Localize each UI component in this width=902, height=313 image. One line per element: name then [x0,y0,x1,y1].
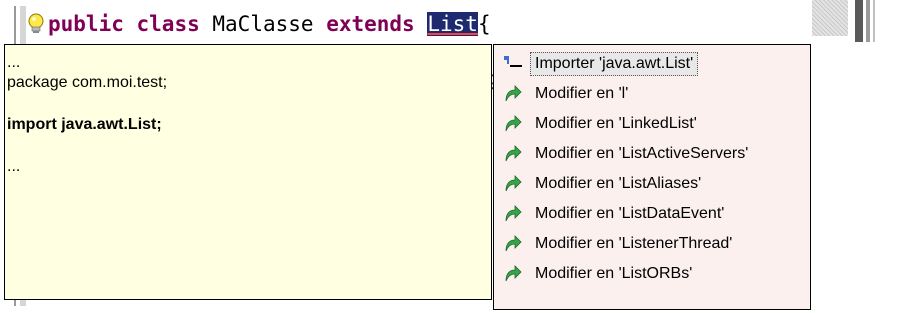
proposal-label: Modifier en 'ListenerThread' [535,235,733,252]
change-arrow-icon [504,204,526,224]
proposal-label: Modifier en 'ListAliases' [535,175,702,192]
proposal-item[interactable]: Modifier en 'l' [494,79,810,109]
proposal-item[interactable]: Modifier en 'ListenerThread' [494,229,810,259]
proposal-item[interactable]: Importer 'java.awt.List' [494,49,810,79]
open-brace: { [477,12,491,36]
proposal-item[interactable]: Modifier en 'ListAliases' [494,169,810,199]
overview-ruler-hatch [812,0,848,36]
code-line[interactable]: public class MaClasse extends List{ [26,9,806,39]
proposal-label: Modifier en 'ListDataEvent' [535,205,725,222]
proposal-label: Modifier en 'LinkedList' [535,115,697,132]
proposal-label: Modifier en 'ListORBs' [535,265,693,282]
lightbulb-icon[interactable] [26,9,48,39]
overview-ruler-bar [855,0,863,42]
info-ellipsis: ... [7,54,21,71]
quick-fix-proposals-list[interactable]: Importer 'java.awt.List' Modifier en 'l' M… [493,44,811,310]
overview-ruler-bar [873,0,875,42]
additional-info-popup: ... package com.moi.test; import java.aw… [4,44,492,300]
class-name: MaClasse [212,12,314,36]
overview-ruler-bar [866,0,870,42]
proposal-item[interactable]: Modifier en 'LinkedList' [494,109,810,139]
proposal-label: Importer 'java.awt.List' [530,52,699,76]
import-icon [504,54,526,74]
change-arrow-icon [504,234,526,254]
proposal-item[interactable]: Modifier en 'ListDataEvent' [494,199,810,229]
keyword-public: public [48,12,124,36]
change-arrow-icon [504,114,526,134]
info-package-line: package com.moi.test; [7,74,168,91]
change-arrow-icon [504,174,526,194]
change-arrow-icon [504,144,526,164]
keyword-class: class [136,12,200,36]
info-import-line: import java.awt.List; [7,116,162,133]
proposal-label: Modifier en 'l' [535,85,629,102]
proposal-label: Modifier en 'ListActiveServers' [535,145,749,162]
selected-type[interactable]: List [427,12,478,36]
keyword-extends: extends [326,12,415,36]
info-ellipsis: ... [7,158,21,175]
proposal-item[interactable]: Modifier en 'ListORBs' [494,259,810,289]
change-arrow-icon [504,84,526,104]
proposal-item[interactable]: Modifier en 'ListActiveServers' [494,139,810,169]
change-arrow-icon [504,264,526,284]
